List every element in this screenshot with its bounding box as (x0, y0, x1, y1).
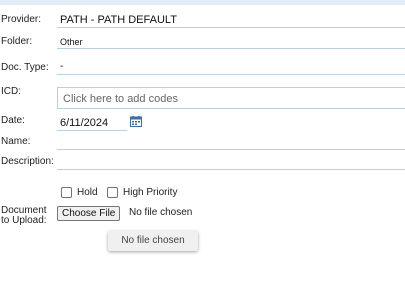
hold-checkbox[interactable] (61, 187, 72, 198)
choose-file-button[interactable]: Choose File (57, 206, 121, 221)
file-status-text: No file chosen (129, 207, 193, 218)
folder-label: Folder: (1, 36, 33, 47)
top-bar (0, 0, 405, 5)
hold-label: Hold (77, 187, 98, 198)
document-upload-label-line2: to Upload: (1, 215, 47, 226)
date-label: Date: (1, 115, 25, 126)
doc-type-underline (57, 74, 405, 75)
folder-select[interactable]: Other (60, 37, 83, 47)
name-label: Name: (1, 136, 31, 147)
high-priority-checkbox[interactable] (107, 187, 118, 198)
provider-select[interactable]: PATH - PATH DEFAULT (60, 14, 177, 26)
high-priority-label: High Priority (123, 187, 178, 198)
file-tooltip: No file chosen (108, 231, 198, 251)
icd-label: ICD: (1, 86, 21, 97)
calendar-icon[interactable] (130, 116, 142, 127)
name-underline (57, 149, 405, 150)
description-underline (57, 169, 405, 170)
icd-input[interactable]: Click here to add codes (57, 87, 405, 109)
date-input[interactable]: 6/11/2024 (60, 117, 108, 129)
hold-option[interactable]: Hold (61, 187, 98, 198)
doc-type-label: Doc. Type: (1, 62, 49, 73)
doc-type-select[interactable]: - (60, 61, 63, 72)
description-label: Description: (1, 156, 54, 167)
provider-underline (57, 27, 405, 28)
high-priority-option[interactable]: High Priority (107, 187, 177, 198)
folder-underline (57, 48, 405, 49)
document-upload-label: Document to Upload: (1, 206, 47, 226)
provider-label: Provider: (1, 14, 42, 25)
date-underline (57, 130, 127, 131)
